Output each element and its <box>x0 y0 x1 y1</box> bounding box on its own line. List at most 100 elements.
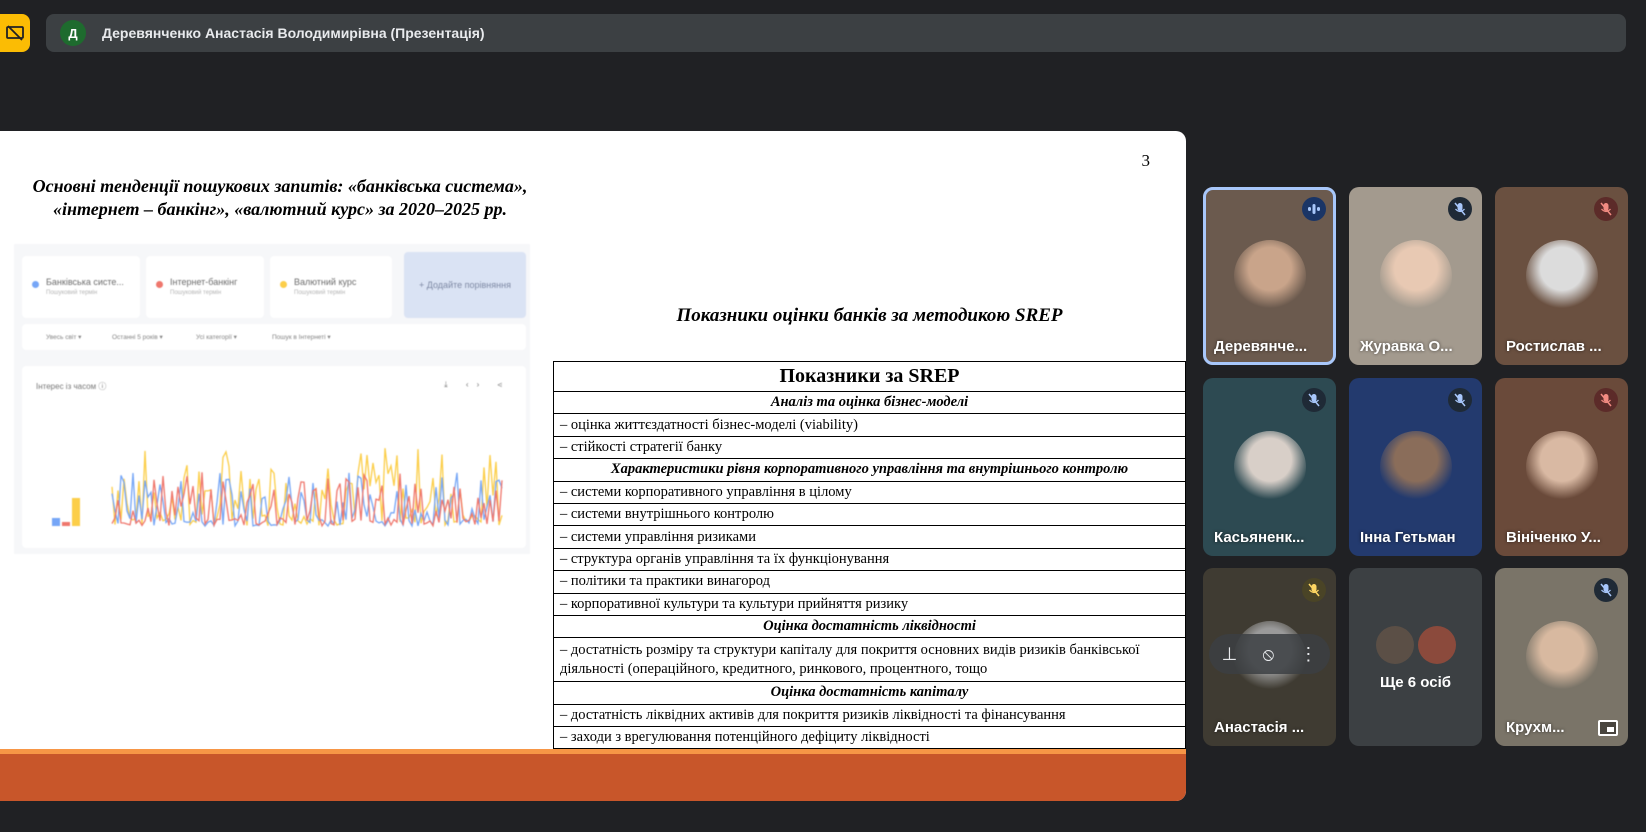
trends-filters: Увесь світ ▾ Останні 5 років ▾ Усі катег… <box>22 324 526 350</box>
filter-region: Увесь світ ▾ <box>46 334 82 341</box>
more-participants-avatars <box>1375 626 1456 664</box>
avatar <box>1417 626 1456 664</box>
participant-name: Інна Гетьман <box>1360 529 1456 546</box>
more-vert-icon[interactable]: ⋮ <box>1299 644 1317 665</box>
table-cell: – політики та практики винагород <box>553 570 1186 594</box>
term-color-dot <box>156 281 163 288</box>
table-row: – системи управління ризиками <box>553 525 1186 549</box>
table-row: – політики та практики винагород <box>553 570 1186 594</box>
table-row: – корпоративної культури та культури при… <box>553 592 1186 616</box>
table-cell: – достатність ліквідних активів для покр… <box>553 703 1186 728</box>
slide-number: 3 <box>1141 151 1151 170</box>
table-cell: – достатність розміру та структури капіт… <box>553 637 1186 683</box>
term-label: Інтернет-банкінг <box>170 277 238 287</box>
table-cell: – системи управління ризиками <box>553 525 1186 549</box>
term-label: Банківська систе... <box>46 277 124 287</box>
participant-tile[interactable]: Деревянче... <box>1203 187 1336 365</box>
term-sub: Пошуковий термін <box>46 290 98 296</box>
table-cell: – стійкості стратегії банку <box>553 435 1186 460</box>
participant-tile[interactable]: Інна Гетьман <box>1349 378 1482 556</box>
slide-title-line-1: Основні тенденції пошукових запитів: «ба… <box>32 176 528 196</box>
presenter-avatar: Д <box>60 20 86 46</box>
participant-name: Ростислав ... <box>1506 338 1602 355</box>
table-section-heading: Характеристики рівня корпоративного упра… <box>553 458 1186 482</box>
table-row: Характеристики рівня корпоративного упра… <box>553 458 1186 482</box>
table-row: Аналіз та оцінка бізнес-моделі <box>553 390 1186 415</box>
table-cell: – структура органів управління та їх фун… <box>553 547 1186 572</box>
slide-title-line-2: «інтернет – банкінг», «валютний курс» за… <box>53 199 507 219</box>
trend-term-card: Інтернет-банкінг Пошуковий термін <box>146 256 264 318</box>
mic-off-icon <box>1448 388 1472 412</box>
srep-table: Показники за SREP Аналіз та оцінка бізне… <box>553 361 1186 750</box>
pin-icon[interactable]: ⊥ <box>1222 644 1238 665</box>
table-row: Оцінка достатність ліквідності <box>553 614 1186 639</box>
table-row: – структура органів управління та їх фун… <box>553 547 1186 572</box>
participant-name: Касьяненк... <box>1214 529 1305 546</box>
participant-video <box>1525 621 1598 693</box>
slide-footer-band <box>0 754 1186 801</box>
term-label: Валютний курс <box>294 277 357 287</box>
stop-presenting-button[interactable] <box>0 14 30 52</box>
participant-name: Журавка О... <box>1360 338 1453 355</box>
summary-bar <box>72 498 80 526</box>
presentation-title: Деревянченко Анастасія Володимирівна (Пр… <box>102 25 485 41</box>
participant-tile[interactable]: Ще 6 осіб <box>1349 568 1482 746</box>
tile-controls: ⊥ ⦸ ⋮ <box>1209 634 1330 674</box>
table-row: Оцінка достатність капіталу <box>553 681 1186 705</box>
participant-name: Анастасія ... <box>1214 719 1305 736</box>
add-comparison-button: + Додайте порівняння <box>404 252 526 318</box>
mic-off-icon <box>1302 388 1326 412</box>
more-participants-label: Ще 6 осіб <box>1379 674 1452 691</box>
participant-tile[interactable]: Вініченко У... <box>1495 378 1628 556</box>
table-cell: – оцінка життєздатності бізнес-моделі (v… <box>553 413 1186 437</box>
presentation-bar: Д Деревянченко Анастасія Володимирівна (… <box>46 14 1626 52</box>
picture-in-picture-icon[interactable] <box>1598 720 1618 736</box>
participant-tile[interactable]: Журавка О... <box>1349 187 1482 365</box>
table-cell: – системи внутрішнього контролю <box>553 502 1186 527</box>
avatar <box>1375 626 1414 664</box>
mic-off-icon <box>1448 197 1472 221</box>
term-sub: Пошуковий термін <box>170 290 222 296</box>
table-cell: – системи корпоративного управління в ці… <box>553 480 1186 504</box>
mic-off-icon <box>1594 197 1618 221</box>
term-color-dot <box>32 281 39 288</box>
table-section-heading: Аналіз та оцінка бізнес-моделі <box>553 390 1186 415</box>
table-row: – достатність розміру та структури капіт… <box>553 637 1186 683</box>
trend-term-card: Банківська систе... Пошуковий термін <box>22 256 140 318</box>
participant-video <box>1525 431 1598 503</box>
mic-off-icon <box>1594 578 1618 602</box>
term-sub: Пошуковий термін <box>294 290 346 296</box>
table-row: – достатність ліквідних активів для покр… <box>553 703 1186 728</box>
participant-tile[interactable]: Касьяненк... <box>1203 378 1336 556</box>
participant-video <box>1525 240 1598 312</box>
participant-tile[interactable]: ⊥ ⦸ ⋮ Анастасія ... <box>1203 568 1336 746</box>
filter-search-type: Пошук в Інтернеті ▾ <box>272 334 331 341</box>
presentation-slide: 3 Основні тенденції пошукових запитів: «… <box>0 131 1186 801</box>
participant-video <box>1379 240 1452 312</box>
participant-video <box>1233 431 1306 503</box>
participant-tile[interactable]: Крухм... <box>1495 568 1628 746</box>
table-header: Показники за SREP <box>553 361 1186 392</box>
table-row: – системи корпоративного управління в ці… <box>553 480 1186 504</box>
filter-category: Усі категорії ▾ <box>196 334 237 341</box>
present-off-icon <box>6 25 24 41</box>
table-header-row: Показники за SREP <box>553 361 1186 392</box>
participant-name: Деревянче... <box>1214 338 1308 355</box>
interest-over-time-card: Інтерес із часом ⓘ ⤓ ‹› ⋖ <box>22 366 526 548</box>
term-color-dot <box>280 281 287 288</box>
mic-off-icon <box>1594 388 1618 412</box>
filter-period: Останні 5 років ▾ <box>112 334 163 341</box>
summary-bar <box>62 522 70 526</box>
speaking-indicator-icon <box>1302 197 1326 221</box>
table-row: – заходи з врегулювання потенційного деф… <box>553 726 1186 750</box>
table-row: – оцінка життєздатності бізнес-моделі (v… <box>553 413 1186 437</box>
participant-video <box>1379 431 1452 503</box>
mic-off-icon <box>1302 578 1326 602</box>
summary-bar <box>52 518 60 526</box>
mic-off-icon[interactable]: ⦸ <box>1262 644 1274 665</box>
interest-chart <box>52 448 503 528</box>
table-row: – стійкості стратегії банку <box>553 435 1186 460</box>
slide-title: Основні тенденції пошукових запитів: «ба… <box>6 175 554 221</box>
table-cell: – заходи з врегулювання потенційного деф… <box>553 726 1186 750</box>
participant-tile[interactable]: Ростислав ... <box>1495 187 1628 365</box>
